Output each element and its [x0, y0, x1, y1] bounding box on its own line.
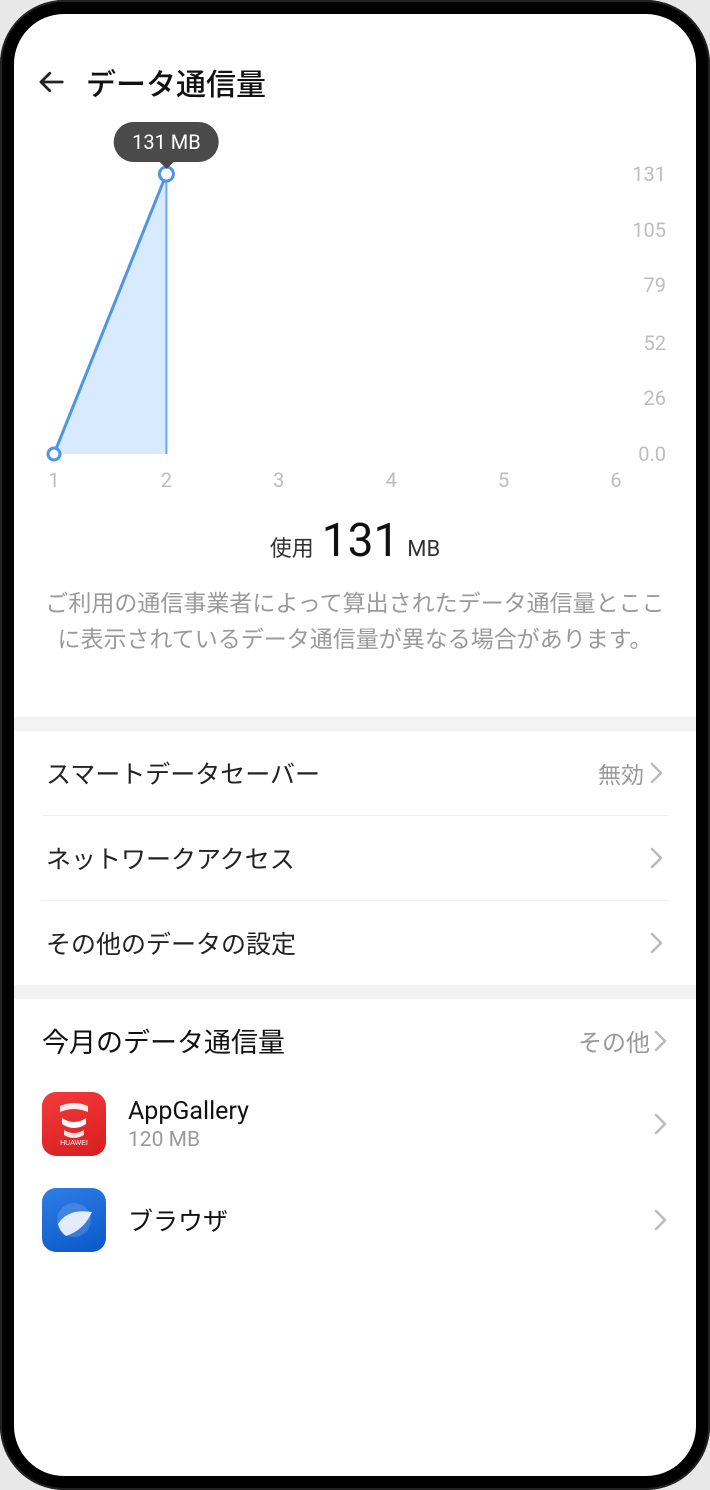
settings-list: スマートデータセーバー無効ネットワークアクセスその他のデータの設定 [14, 731, 696, 985]
arrow-left-icon [36, 67, 66, 97]
usage-unit: MB [407, 537, 440, 562]
app-sub: 120 MB [128, 1128, 632, 1152]
usage-prefix: 使用 [270, 537, 314, 562]
usage-chart: 1311057952260.0123456131 MB [44, 144, 666, 464]
usage-value: 131 [318, 514, 404, 568]
chevron-right-icon [650, 846, 664, 870]
screen: データ通信量 131 105 79 52 26 0.0 1 2 3 4 5 6 131 MB 使用 13… [14, 14, 696, 1476]
settings-row-label: その他のデータの設定 [46, 925, 650, 961]
usage-summary: 使用 131 MB [14, 464, 696, 576]
app-icon: HUAWEI [42, 1092, 106, 1156]
chart-ytick: 26 [644, 386, 666, 410]
chart-ytick: 79 [644, 273, 666, 297]
month-section-header[interactable]: 今月のデータ通信量 その他 [14, 999, 696, 1076]
chevron-right-icon [650, 761, 664, 785]
settings-row[interactable]: ネットワークアクセス [42, 816, 668, 901]
huawei-appgallery-icon: HUAWEI [54, 1102, 94, 1146]
chart-ytick: 131 [632, 162, 666, 186]
chart-tooltip: 131 MB [114, 122, 219, 162]
settings-row-label: スマートデータセーバー [46, 755, 598, 791]
chevron-right-icon [654, 1029, 668, 1053]
page-title: データ通信量 [86, 60, 266, 104]
chart-xtick: 1 [48, 468, 59, 492]
browser-icon [54, 1200, 94, 1240]
chart-xtick: 2 [161, 468, 172, 492]
month-more-label: その他 [578, 1023, 650, 1058]
back-button[interactable] [34, 65, 68, 99]
apps-list: HUAWEI AppGallery120 MB ブラウザ [14, 1076, 696, 1268]
status-bar [14, 14, 696, 42]
app-meta: AppGallery120 MB [128, 1097, 632, 1152]
chart-ytick: 52 [644, 331, 666, 355]
header: データ通信量 [14, 42, 696, 114]
chevron-right-icon [654, 1112, 668, 1136]
section-divider [14, 985, 696, 999]
chevron-right-icon [650, 931, 664, 955]
chart-ytick: 105 [632, 218, 666, 242]
disclaimer-text: ご利用の通信事業者によって算出されたデータ通信量とここに表示されているデータ通信… [14, 576, 696, 717]
section-divider [14, 717, 696, 731]
settings-row-value: 無効 [598, 756, 644, 790]
month-section-title: 今月のデータ通信量 [42, 1021, 578, 1060]
chart-xtick: 6 [610, 468, 621, 492]
phone-frame: データ通信量 131 105 79 52 26 0.0 1 2 3 4 5 6 131 MB 使用 13… [0, 0, 710, 1490]
app-row[interactable]: ブラウザ [14, 1172, 696, 1268]
settings-row-label: ネットワークアクセス [46, 840, 650, 876]
chart-ytick: 0.0 [638, 442, 666, 466]
app-row[interactable]: HUAWEI AppGallery120 MB [14, 1076, 696, 1172]
settings-row[interactable]: その他のデータの設定 [42, 901, 668, 985]
app-name: AppGallery [128, 1097, 632, 1126]
chart-container: 1311057952260.0123456131 MB [14, 114, 696, 464]
app-name: ブラウザ [128, 1202, 632, 1238]
chart-xtick: 3 [273, 468, 284, 492]
settings-row[interactable]: スマートデータセーバー無効 [42, 731, 668, 816]
app-icon [42, 1188, 106, 1252]
chevron-right-icon [654, 1208, 668, 1232]
chart-xtick: 4 [386, 468, 397, 492]
app-meta: ブラウザ [128, 1202, 632, 1238]
chart-xtick: 5 [498, 468, 509, 492]
svg-text:HUAWEI: HUAWEI [60, 1140, 88, 1146]
